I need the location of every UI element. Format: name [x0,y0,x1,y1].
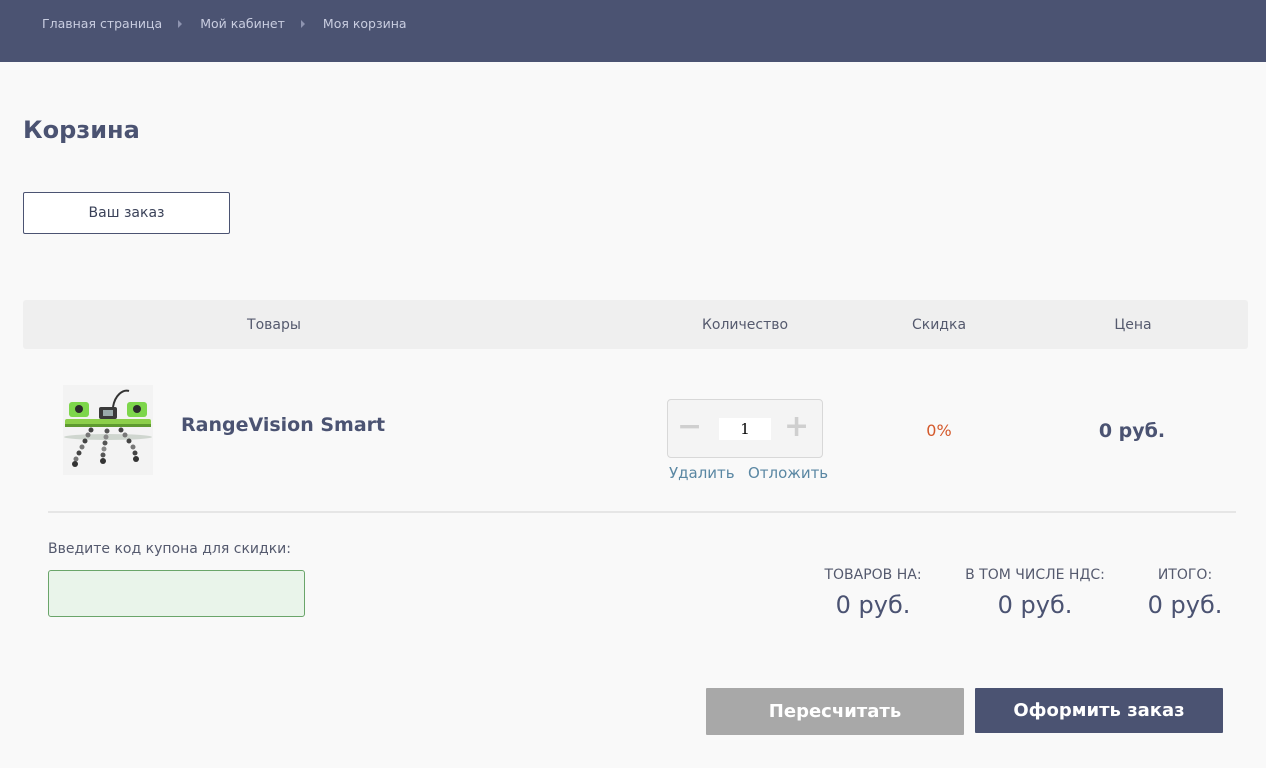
discount-value: 0% [926,421,952,440]
your-order-button[interactable]: Ваш заказ [23,192,230,234]
top-header: Главная страница Мой кабинет Моя корзина [0,0,1266,62]
header-quantity: Количество [701,317,789,333]
vat-label: В ТОМ ЧИСЛЕ НДС: [965,567,1105,583]
price-value: 0 руб. [1098,420,1166,442]
minus-icon[interactable]: − [677,412,702,442]
goods-total-label: ТОВАРОВ НА: [824,567,922,583]
vat-value: 0 руб. [997,591,1073,619]
cart-table-header: Товары Количество Скидка Цена [23,300,1248,349]
coupon-input[interactable] [48,570,305,617]
scanner-image-icon [63,385,153,475]
breadcrumb: Главная страница Мой кабинет Моя корзина [42,16,407,31]
recalculate-button[interactable]: Пересчитать [706,688,964,735]
grand-total-label: ИТОГО: [1157,567,1213,583]
product-name-link[interactable]: RangeVision Smart [181,414,385,436]
goods-total-value: 0 руб. [835,591,911,619]
postpone-link[interactable]: Отложить [748,464,828,482]
breadcrumb-account[interactable]: Мой кабинет [200,16,285,31]
header-goods: Товары [247,317,301,333]
page-title: Корзина [23,116,140,144]
checkout-button[interactable]: Оформить заказ [975,688,1223,733]
quantity-stepper: − + [667,399,823,458]
plus-icon[interactable]: + [784,412,809,442]
breadcrumb-home[interactable]: Главная страница [42,16,162,31]
grand-total-value: 0 руб. [1147,591,1223,619]
row-divider [48,511,1236,513]
breadcrumb-separator-icon [300,19,305,28]
breadcrumb-cart[interactable]: Моя корзина [323,16,407,31]
product-image[interactable] [63,385,153,475]
header-price: Цена [1114,317,1152,333]
breadcrumb-separator-icon [178,19,183,28]
delete-link[interactable]: Удалить [669,464,735,482]
header-discount: Скидка [911,317,967,333]
quantity-input[interactable] [719,418,771,440]
coupon-label: Введите код купона для скидки: [48,541,291,557]
